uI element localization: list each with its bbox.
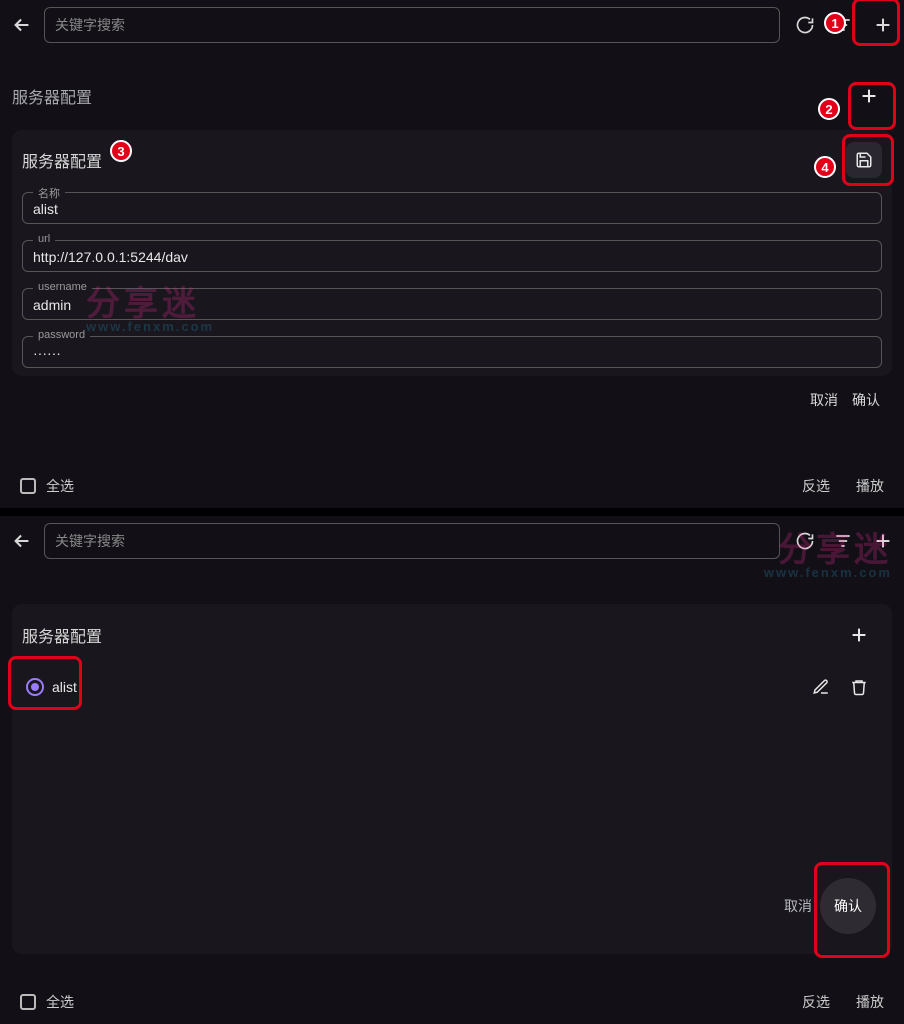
save-icon bbox=[855, 151, 873, 169]
card-header: 服务器配置 bbox=[12, 130, 892, 192]
name-field[interactable]: 名称 alist bbox=[22, 192, 882, 224]
top-bar: 关键字搜索 bbox=[0, 516, 904, 566]
bottom-bar: 全选 反选 播放 bbox=[0, 464, 904, 508]
username-value: admin bbox=[33, 297, 871, 313]
edit-server-button[interactable] bbox=[804, 670, 838, 704]
filter-icon bbox=[833, 15, 853, 35]
select-all-checkbox[interactable] bbox=[20, 478, 36, 494]
plus-icon bbox=[858, 85, 880, 107]
refresh-button[interactable] bbox=[788, 524, 822, 558]
confirm-label: 确认 bbox=[834, 896, 862, 916]
name-label: 名称 bbox=[33, 185, 65, 201]
top-bar: 关键字搜索 bbox=[0, 0, 904, 50]
cancel-button[interactable]: 取消 bbox=[784, 896, 812, 916]
edit-icon bbox=[812, 678, 830, 696]
password-label: password bbox=[33, 329, 90, 341]
select-all-label: 全选 bbox=[46, 476, 74, 496]
save-button[interactable] bbox=[846, 142, 882, 178]
invert-button[interactable]: 反选 bbox=[802, 992, 830, 1012]
trash-icon bbox=[850, 678, 868, 696]
refresh-button[interactable] bbox=[788, 8, 822, 42]
select-all-label: 全选 bbox=[46, 992, 74, 1012]
url-label: url bbox=[33, 233, 55, 245]
back-button[interactable] bbox=[0, 519, 44, 563]
refresh-icon bbox=[795, 15, 815, 35]
confirm-round-button[interactable]: 确认 bbox=[820, 878, 876, 934]
card-header: 服务器配置 bbox=[12, 604, 892, 662]
name-value: alist bbox=[33, 201, 871, 217]
play-button[interactable]: 播放 bbox=[856, 476, 884, 496]
server-config-list-card: 服务器配置 alist bbox=[12, 604, 892, 954]
section-title: 服务器配置 bbox=[22, 623, 102, 647]
delete-server-button[interactable] bbox=[842, 670, 876, 704]
back-button[interactable] bbox=[0, 3, 44, 47]
password-value: ······ bbox=[33, 345, 871, 361]
add-server-button[interactable] bbox=[848, 75, 890, 117]
server-label: alist bbox=[52, 679, 77, 695]
refresh-icon bbox=[795, 531, 815, 551]
plus-icon bbox=[872, 14, 894, 36]
search-input[interactable]: 关键字搜索 bbox=[44, 523, 780, 559]
plus-icon bbox=[872, 530, 894, 552]
filter-button[interactable] bbox=[826, 524, 860, 558]
server-config-header-outer: 服务器配置 bbox=[12, 72, 892, 120]
url-value: http://127.0.0.1:5244/dav bbox=[33, 249, 871, 265]
search-placeholder: 关键字搜索 bbox=[55, 15, 125, 35]
confirm-button[interactable]: 确认 bbox=[852, 390, 880, 410]
search-input[interactable]: 关键字搜索 bbox=[44, 7, 780, 43]
add-button-top[interactable] bbox=[864, 522, 902, 560]
select-all-checkbox[interactable] bbox=[20, 994, 36, 1010]
section-title-inner: 服务器配置 bbox=[22, 148, 102, 172]
arrow-left-icon bbox=[11, 14, 33, 36]
username-field[interactable]: username admin bbox=[22, 288, 882, 320]
username-label: username bbox=[33, 281, 92, 293]
radio-selected[interactable] bbox=[26, 678, 44, 696]
url-field[interactable]: url http://127.0.0.1:5244/dav bbox=[22, 240, 882, 272]
arrow-left-icon bbox=[11, 530, 33, 552]
screenshot-upper: 关键字搜索 服务器配置 服务器配置 名称 alist bbox=[0, 0, 904, 508]
play-button[interactable]: 播放 bbox=[856, 992, 884, 1012]
plus-icon bbox=[848, 624, 870, 646]
add-server-button[interactable] bbox=[842, 618, 876, 652]
invert-button[interactable]: 反选 bbox=[802, 476, 830, 496]
server-row: alist bbox=[12, 662, 892, 712]
server-config-edit-card: 服务器配置 名称 alist url http://127.0.0.1:5244… bbox=[12, 130, 892, 376]
filter-icon bbox=[833, 531, 853, 551]
cancel-button[interactable]: 取消 bbox=[810, 390, 838, 410]
screenshot-lower: 关键字搜索 分享迷 www.fenxm.com 服务器配置 bbox=[0, 516, 904, 1024]
password-field[interactable]: password ······ bbox=[22, 336, 882, 368]
search-placeholder: 关键字搜索 bbox=[55, 531, 125, 551]
filter-button[interactable] bbox=[826, 8, 860, 42]
add-button-top[interactable] bbox=[864, 6, 902, 44]
section-title-outer: 服务器配置 bbox=[12, 84, 92, 108]
form-buttons: 取消 确认 bbox=[12, 380, 892, 420]
bottom-bar: 全选 反选 播放 bbox=[0, 980, 904, 1024]
